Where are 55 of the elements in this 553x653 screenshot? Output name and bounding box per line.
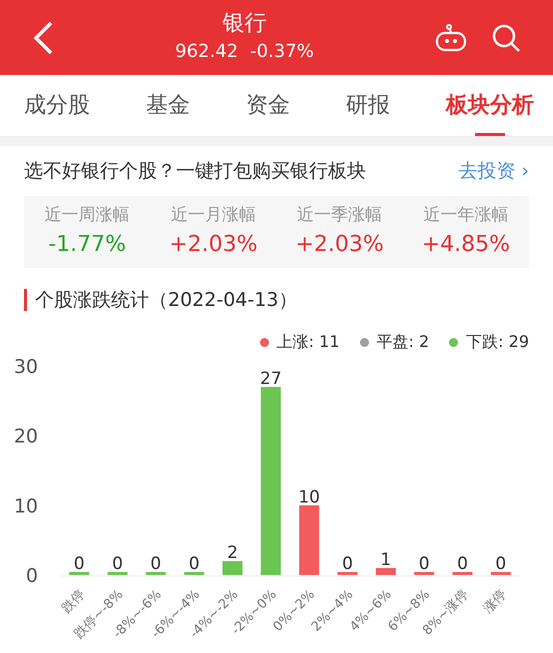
bar-value-label: 10 [298, 487, 320, 508]
axis-tick-label: 30 [14, 356, 38, 378]
tab[interactable]: 成分股 [24, 75, 90, 136]
section-title: 个股涨跌统计（2022-04-13） [35, 288, 298, 313]
bar [414, 572, 434, 575]
tab[interactable]: 基金 [146, 75, 190, 136]
bar [490, 572, 511, 575]
tab[interactable]: 资金 [246, 75, 290, 136]
bar [69, 572, 90, 575]
legend-label: 下跌: 29 [466, 331, 529, 353]
bar [222, 561, 242, 575]
stat-label: 近一月涨幅 [170, 204, 256, 227]
search-icon[interactable] [491, 22, 521, 52]
bar [452, 572, 472, 575]
stat-value: +2.03% [295, 231, 384, 260]
bar-value-label: 0 [188, 554, 200, 574]
axis-tick-label: 0 [26, 565, 38, 587]
bar-value-label: 2 [227, 543, 238, 564]
bar [146, 572, 166, 575]
robot-icon[interactable] [435, 24, 467, 52]
bar [108, 572, 128, 575]
category-label: 涨停 [480, 587, 510, 616]
back-icon[interactable] [32, 20, 54, 54]
promo-text: 选不好银行个股？一键打包购买银行板块 [24, 158, 366, 184]
bar-value-label: 0 [150, 554, 162, 574]
bar-value-label: 1 [380, 550, 392, 570]
bar-value-label: 0 [342, 554, 353, 574]
axis-tick-label: 10 [14, 495, 38, 518]
axis-tick-label: 20 [14, 426, 38, 448]
legend-label: 上涨: 11 [276, 331, 340, 353]
stat-value: +4.85% [422, 231, 510, 260]
bar-value-label: 0 [495, 554, 506, 574]
header-title: 银行 [222, 10, 266, 38]
bar [184, 572, 204, 575]
stat-value: -1.77% [48, 231, 126, 260]
bar-value-label: 0 [418, 554, 430, 574]
bar [299, 505, 320, 575]
tab[interactable]: 研报 [346, 75, 390, 136]
bar-value-label: 0 [74, 554, 85, 574]
bar-value-label: 0 [112, 554, 123, 574]
bar-value-label: 27 [260, 368, 282, 389]
index-price: 962.42 [175, 40, 238, 64]
stat-label: 近一年涨幅 [423, 204, 508, 227]
category-label: 跌停 [59, 587, 88, 616]
stat-label: 近一周涨幅 [44, 204, 130, 227]
index-change: -0.37% [250, 40, 314, 64]
tab[interactable]: 板块分析 [446, 75, 534, 136]
bar [376, 568, 396, 575]
tab-indicator [475, 133, 505, 136]
bar [338, 572, 358, 575]
legend-label: 平盘: 2 [376, 331, 430, 353]
bar-value-label: 0 [457, 554, 468, 574]
stat-label: 近一季涨幅 [297, 204, 382, 227]
stat-value: +2.03% [169, 231, 258, 260]
section-marker [24, 289, 27, 311]
